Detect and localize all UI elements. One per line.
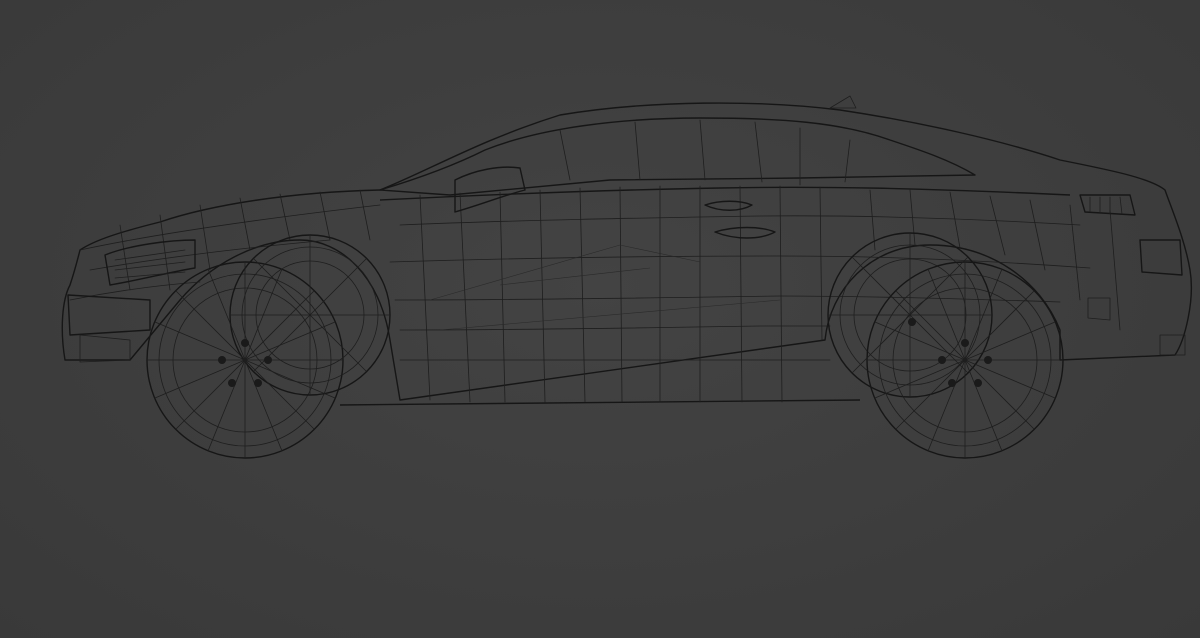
car-wireframe[interactable] — [0, 0, 1200, 638]
3d-viewport[interactable] — [0, 0, 1200, 638]
front-wheels — [146, 234, 391, 459]
rear-wheels — [827, 232, 1064, 459]
car-body — [61, 95, 1193, 406]
